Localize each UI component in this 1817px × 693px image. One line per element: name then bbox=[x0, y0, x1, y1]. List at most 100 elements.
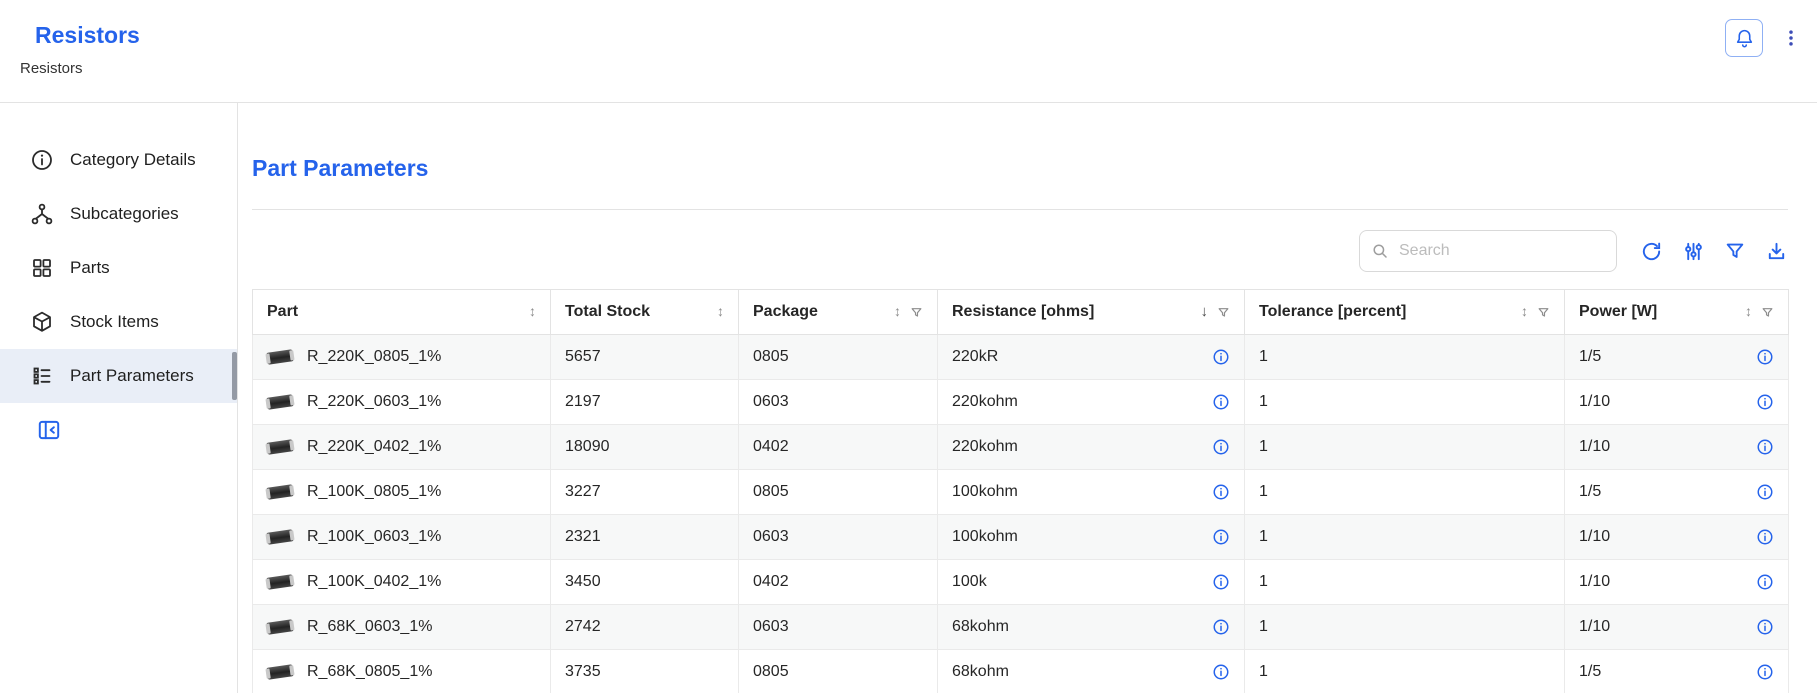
power-value: 1/5 bbox=[1579, 348, 1601, 366]
part-name: R_100K_0805_1% bbox=[307, 483, 441, 501]
main-content: Part Parameters bbox=[239, 103, 1817, 693]
sidebar-scrollbar-thumb[interactable] bbox=[232, 352, 237, 400]
total-stock-cell: 3735 bbox=[551, 650, 739, 693]
info-icon[interactable] bbox=[1212, 348, 1230, 366]
column-header-part[interactable]: Part bbox=[253, 290, 551, 335]
part-thumbnail bbox=[266, 439, 293, 455]
sidebar-item-parts[interactable]: Parts bbox=[0, 241, 237, 295]
table-row[interactable]: R_220K_0402_1% 18090 0402 220kohm 1 1/10 bbox=[253, 425, 1789, 470]
sort-desc-icon bbox=[1201, 303, 1209, 321]
grid-toolbar bbox=[252, 230, 1788, 272]
info-icon[interactable] bbox=[1212, 483, 1230, 501]
info-icon[interactable] bbox=[1212, 438, 1230, 456]
kebab-menu-icon[interactable] bbox=[1781, 28, 1801, 48]
list-icon bbox=[30, 364, 54, 388]
info-icon[interactable] bbox=[1756, 483, 1774, 501]
column-filter-icon[interactable] bbox=[1761, 306, 1774, 319]
search-box[interactable] bbox=[1359, 230, 1617, 272]
column-header-total-stock[interactable]: Total Stock bbox=[551, 290, 739, 335]
part-name: R_220K_0402_1% bbox=[307, 438, 441, 456]
table-row[interactable]: R_220K_0603_1% 2197 0603 220kohm 1 1/10 bbox=[253, 380, 1789, 425]
info-icon[interactable] bbox=[1756, 528, 1774, 546]
divider bbox=[252, 209, 1788, 210]
power-value: 1/10 bbox=[1579, 438, 1610, 456]
sidebar-item-label: Stock Items bbox=[70, 312, 159, 332]
column-filter-icon[interactable] bbox=[1537, 306, 1550, 319]
total-stock-cell: 3450 bbox=[551, 560, 739, 605]
info-icon[interactable] bbox=[1212, 573, 1230, 591]
resistance-value: 220kohm bbox=[952, 393, 1018, 411]
table-row[interactable]: R_100K_0402_1% 3450 0402 100k 1 1/10 bbox=[253, 560, 1789, 605]
tolerance-cell: 1 bbox=[1245, 425, 1565, 470]
notifications-button[interactable] bbox=[1725, 19, 1763, 57]
bell-icon bbox=[1734, 28, 1755, 49]
resistance-value: 220kohm bbox=[952, 438, 1018, 456]
part-name: R_100K_0603_1% bbox=[307, 528, 441, 546]
column-label: Part bbox=[267, 303, 298, 321]
column-label: Tolerance [percent] bbox=[1259, 303, 1406, 321]
total-stock-cell: 5657 bbox=[551, 335, 739, 380]
sidebar-item-label: Category Details bbox=[70, 150, 196, 170]
package-cell: 0805 bbox=[739, 335, 938, 380]
part-thumbnail bbox=[266, 619, 293, 635]
total-stock-cell: 2197 bbox=[551, 380, 739, 425]
table-row[interactable]: R_68K_0805_1% 3735 0805 68kohm 1 1/5 bbox=[253, 650, 1789, 693]
column-label: Resistance [ohms] bbox=[952, 303, 1094, 321]
column-header-package[interactable]: Package bbox=[739, 290, 938, 335]
tolerance-cell: 1 bbox=[1245, 335, 1565, 380]
tolerance-cell: 1 bbox=[1245, 605, 1565, 650]
breadcrumb[interactable]: Resistors bbox=[20, 60, 1817, 77]
sort-icon bbox=[529, 303, 536, 321]
part-thumbnail bbox=[266, 664, 293, 680]
sliders-icon bbox=[1682, 240, 1705, 263]
table-row[interactable]: R_100K_0805_1% 3227 0805 100kohm 1 1/5 bbox=[253, 470, 1789, 515]
refresh-button[interactable] bbox=[1640, 240, 1663, 263]
info-icon[interactable] bbox=[1212, 393, 1230, 411]
part-name: R_68K_0603_1% bbox=[307, 618, 432, 636]
info-icon[interactable] bbox=[1212, 663, 1230, 681]
sidebar-item-label: Parts bbox=[70, 258, 110, 278]
package-cell: 0805 bbox=[739, 650, 938, 693]
column-filter-icon[interactable] bbox=[910, 306, 923, 319]
column-header-resistance[interactable]: Resistance [ohms] bbox=[938, 290, 1245, 335]
package-cell: 0603 bbox=[739, 515, 938, 560]
package-cell: 0603 bbox=[739, 605, 938, 650]
filter-button[interactable] bbox=[1724, 240, 1746, 262]
info-icon[interactable] bbox=[1212, 618, 1230, 636]
search-input[interactable] bbox=[1397, 241, 1605, 261]
tolerance-cell: 1 bbox=[1245, 515, 1565, 560]
sort-icon bbox=[717, 303, 724, 321]
sidebar-item-stock-items[interactable]: Stock Items bbox=[0, 295, 237, 349]
column-header-power[interactable]: Power [W] bbox=[1565, 290, 1789, 335]
column-filter-icon[interactable] bbox=[1217, 306, 1230, 319]
info-icon[interactable] bbox=[1756, 438, 1774, 456]
column-label: Package bbox=[753, 303, 818, 321]
table-row[interactable]: R_100K_0603_1% 2321 0603 100kohm 1 1/10 bbox=[253, 515, 1789, 560]
sidebar-item-category-details[interactable]: Category Details bbox=[0, 133, 237, 187]
part-thumbnail bbox=[266, 484, 293, 500]
page-title: Resistors bbox=[0, 0, 1817, 49]
info-icon[interactable] bbox=[1756, 348, 1774, 366]
column-header-tolerance[interactable]: Tolerance [percent] bbox=[1245, 290, 1565, 335]
table-row[interactable]: R_220K_0805_1% 5657 0805 220kR 1 1/5 bbox=[253, 335, 1789, 380]
column-label: Total Stock bbox=[565, 303, 650, 321]
refresh-icon bbox=[1640, 240, 1663, 263]
grid-icon bbox=[30, 256, 54, 280]
info-icon[interactable] bbox=[1212, 528, 1230, 546]
info-icon[interactable] bbox=[1756, 663, 1774, 681]
columns-settings-button[interactable] bbox=[1682, 240, 1705, 263]
resistance-value: 68kohm bbox=[952, 663, 1009, 681]
resistance-value: 100k bbox=[952, 573, 987, 591]
info-icon[interactable] bbox=[1756, 393, 1774, 411]
sidebar-collapse-button[interactable] bbox=[36, 417, 62, 443]
table-row[interactable]: R_68K_0603_1% 2742 0603 68kohm 1 1/10 bbox=[253, 605, 1789, 650]
table-header-row: Part Total Stock Package bbox=[253, 290, 1789, 335]
download-button[interactable] bbox=[1765, 240, 1788, 263]
sidebar-item-part-parameters[interactable]: Part Parameters bbox=[0, 349, 237, 403]
package-cell: 0402 bbox=[739, 425, 938, 470]
info-icon[interactable] bbox=[1756, 573, 1774, 591]
sidebar-item-subcategories[interactable]: Subcategories bbox=[0, 187, 237, 241]
part-name: R_68K_0805_1% bbox=[307, 663, 432, 681]
package-cell: 0603 bbox=[739, 380, 938, 425]
info-icon[interactable] bbox=[1756, 618, 1774, 636]
